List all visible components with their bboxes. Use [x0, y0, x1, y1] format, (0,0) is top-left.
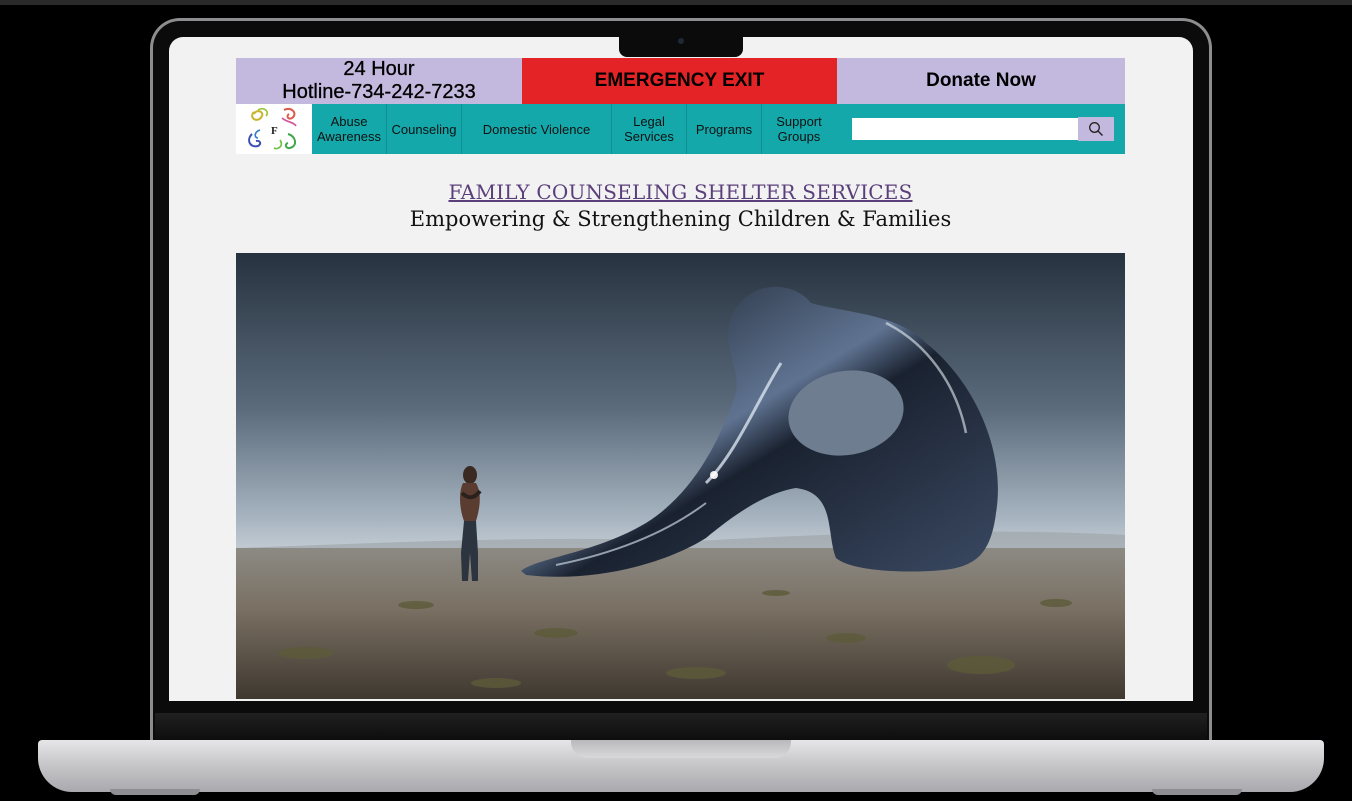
laptop-foot-left: [110, 789, 200, 795]
camera-icon: [678, 38, 684, 44]
hotline-line-1: 24 Hour: [343, 58, 415, 80]
search-bar: [836, 104, 1125, 154]
headline: FAMILY COUNSELING SHELTER SERVICES Empow…: [236, 180, 1125, 231]
search-input[interactable]: [852, 118, 1078, 140]
logo-letter: F: [271, 125, 278, 137]
nav-abuse-awareness[interactable]: Abuse Awareness: [312, 104, 387, 154]
website: 24 Hour Hotline-734-242-7233 EMERGENCY E…: [236, 58, 1125, 699]
swirl-logo-icon: F: [248, 107, 297, 150]
donate-now-label: Donate Now: [926, 70, 1036, 91]
hero-image: [236, 253, 1125, 699]
hero-scene: [236, 253, 1125, 699]
nav-legal-services[interactable]: Legal Services: [612, 104, 687, 154]
site-logo[interactable]: F: [236, 104, 312, 154]
emergency-exit-label: EMERGENCY EXIT: [594, 70, 765, 91]
laptop-foot-right: [1152, 789, 1242, 795]
laptop-screen: 24 Hour Hotline-734-242-7233 EMERGENCY E…: [169, 37, 1193, 701]
nav-support-groups[interactable]: Support Groups: [762, 104, 836, 154]
nav-programs[interactable]: Programs: [687, 104, 762, 154]
laptop-hinge: [155, 713, 1207, 741]
nav-domestic-violence[interactable]: Domestic Violence: [462, 104, 612, 154]
search-button[interactable]: [1078, 117, 1114, 141]
search-icon: [1089, 122, 1103, 136]
trackpad-notch: [571, 740, 791, 758]
nav-counseling[interactable]: Counseling: [387, 104, 462, 154]
top-edge: [0, 0, 1352, 5]
page-title[interactable]: FAMILY COUNSELING SHELTER SERVICES: [236, 180, 1125, 204]
main-nav: F Abuse Awareness Counseling Domestic Vi…: [236, 104, 1125, 154]
top-bar: 24 Hour Hotline-734-242-7233 EMERGENCY E…: [236, 58, 1125, 104]
donate-now-button[interactable]: Donate Now: [837, 58, 1125, 104]
hotline-line-2: Hotline-734-242-7233: [282, 81, 476, 103]
page-subtitle: Empowering & Strengthening Children & Fa…: [409, 207, 952, 231]
emergency-exit-button[interactable]: EMERGENCY EXIT: [522, 58, 837, 104]
hotline-banner[interactable]: 24 Hour Hotline-734-242-7233: [236, 58, 522, 104]
